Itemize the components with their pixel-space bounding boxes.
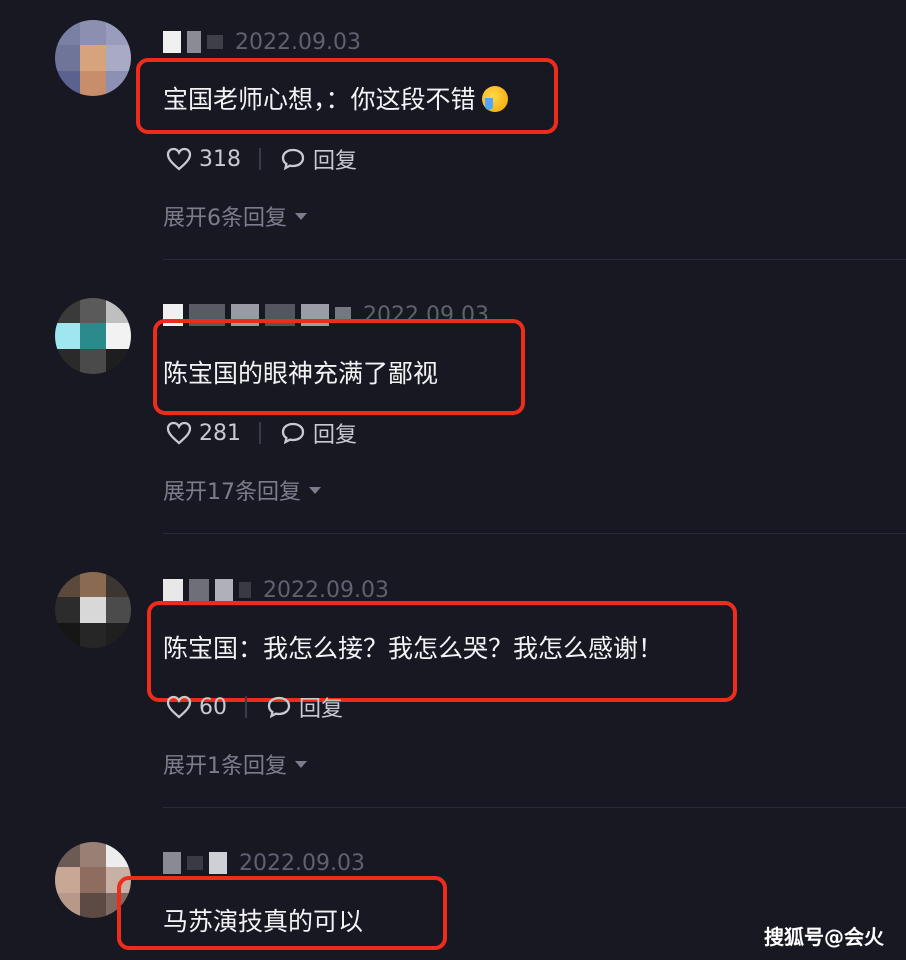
divider <box>245 696 247 718</box>
chevron-down-icon <box>295 212 307 220</box>
expand-replies-button[interactable]: 展开17条回复 <box>163 474 321 506</box>
like-count: 318 <box>199 146 241 172</box>
like-count: 60 <box>199 694 227 720</box>
username-mosaic[interactable] <box>163 31 181 53</box>
like-count: 281 <box>199 420 241 446</box>
like-heart-icon[interactable] <box>165 693 193 721</box>
watermark: 搜狐号@会火 <box>764 925 884 949</box>
expand-replies-label: 展开17条回复 <box>163 480 301 505</box>
highlight-box <box>147 601 737 702</box>
chevron-down-icon <box>295 760 307 768</box>
divider <box>259 422 261 444</box>
username-mosaic[interactable] <box>163 852 181 874</box>
avatar[interactable] <box>55 20 131 96</box>
like-heart-icon[interactable] <box>165 145 193 173</box>
reply-button[interactable]: 回复 <box>299 691 343 723</box>
reply-bubble-icon[interactable] <box>279 419 307 447</box>
highlight-box <box>117 876 447 950</box>
avatar[interactable] <box>55 298 131 374</box>
expand-replies-label: 展开6条回复 <box>163 206 287 231</box>
comment-divider <box>163 259 906 260</box>
avatar[interactable] <box>55 572 131 648</box>
comment-divider <box>163 807 906 808</box>
chevron-down-icon <box>309 486 321 494</box>
like-heart-icon[interactable] <box>165 419 193 447</box>
comment-meta: 2022.09.03 <box>163 848 365 878</box>
reply-bubble-icon[interactable] <box>265 693 293 721</box>
comment-actions: 318 回复 <box>165 143 357 175</box>
divider <box>259 148 261 170</box>
reply-button[interactable]: 回复 <box>313 143 357 175</box>
highlight-box <box>153 319 525 415</box>
comment-date: 2022.09.03 <box>263 577 389 603</box>
comment-actions: 60 回复 <box>165 691 343 723</box>
comment-actions: 281 回复 <box>165 417 357 449</box>
expand-replies-button[interactable]: 展开1条回复 <box>163 748 307 780</box>
comment-date: 2022.09.03 <box>239 850 365 876</box>
expand-replies-label: 展开1条回复 <box>163 754 287 779</box>
expand-replies-button[interactable]: 展开6条回复 <box>163 200 307 232</box>
reply-bubble-icon[interactable] <box>279 145 307 173</box>
comment-divider <box>163 533 906 534</box>
reply-button[interactable]: 回复 <box>313 417 357 449</box>
comment-meta: 2022.09.03 <box>163 27 361 57</box>
comment-date: 2022.09.03 <box>235 29 361 55</box>
highlight-box <box>136 58 558 134</box>
username-mosaic[interactable] <box>163 579 183 601</box>
